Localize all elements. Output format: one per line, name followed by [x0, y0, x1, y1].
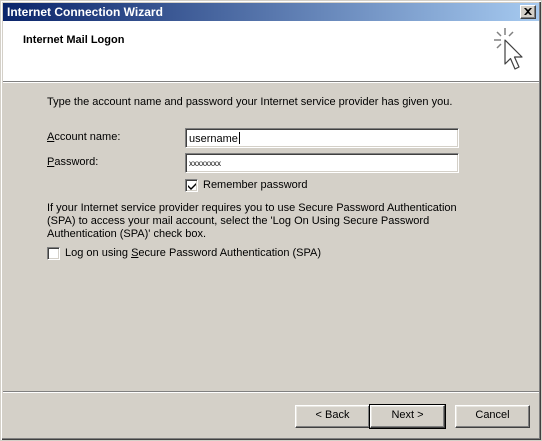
close-button[interactable] [520, 5, 536, 19]
password-label-text: assword: [54, 156, 99, 168]
spa-label-prefix: Log on using [65, 247, 132, 259]
account-name-label-text: ccount name: [54, 131, 121, 143]
button-area-divider [3, 391, 539, 393]
text-caret [238, 132, 240, 144]
wizard-cursor-sparkle-icon [494, 28, 523, 70]
password-input[interactable]: xxxxxxxx [185, 153, 459, 173]
checkmark-icon [188, 183, 196, 190]
close-icon [524, 8, 532, 15]
page-heading: Internet Mail Logon [23, 34, 125, 46]
cancel-button[interactable]: Cancel [455, 405, 530, 428]
header-divider [3, 81, 539, 83]
spa-info-text: If your Internet service provider requir… [47, 202, 457, 240]
spa-checkbox-label[interactable]: Log on using Secure Password Authenticat… [65, 247, 321, 259]
remember-password-label[interactable]: Remember password [203, 179, 308, 191]
next-button-label: Next > [391, 409, 424, 421]
cancel-button-label: Cancel [475, 409, 510, 421]
spa-label-rest: ecure Password Authentication (SPA) [138, 247, 322, 259]
remember-password-checkbox[interactable] [185, 179, 198, 192]
account-name-value: username [189, 133, 238, 145]
back-button-label: < Back [315, 409, 350, 421]
title-bar[interactable]: Internet Connection Wizard [3, 3, 539, 21]
back-button[interactable]: < Back [295, 405, 370, 428]
wizard-window: Internet Connection Wizard Internet Mail… [0, 0, 542, 441]
wizard-header: Internet Mail Logon [3, 21, 539, 81]
next-button[interactable]: Next > [369, 404, 446, 429]
account-name-label: Account name: [47, 131, 120, 143]
account-name-input[interactable]: username [185, 128, 459, 148]
window-title: Internet Connection Wizard [7, 5, 163, 19]
spa-checkbox[interactable] [47, 247, 60, 260]
password-value: xxxxxxxx [189, 159, 221, 168]
password-label: Password: [47, 156, 98, 168]
instruction-text: Type the account name and password your … [47, 96, 453, 108]
